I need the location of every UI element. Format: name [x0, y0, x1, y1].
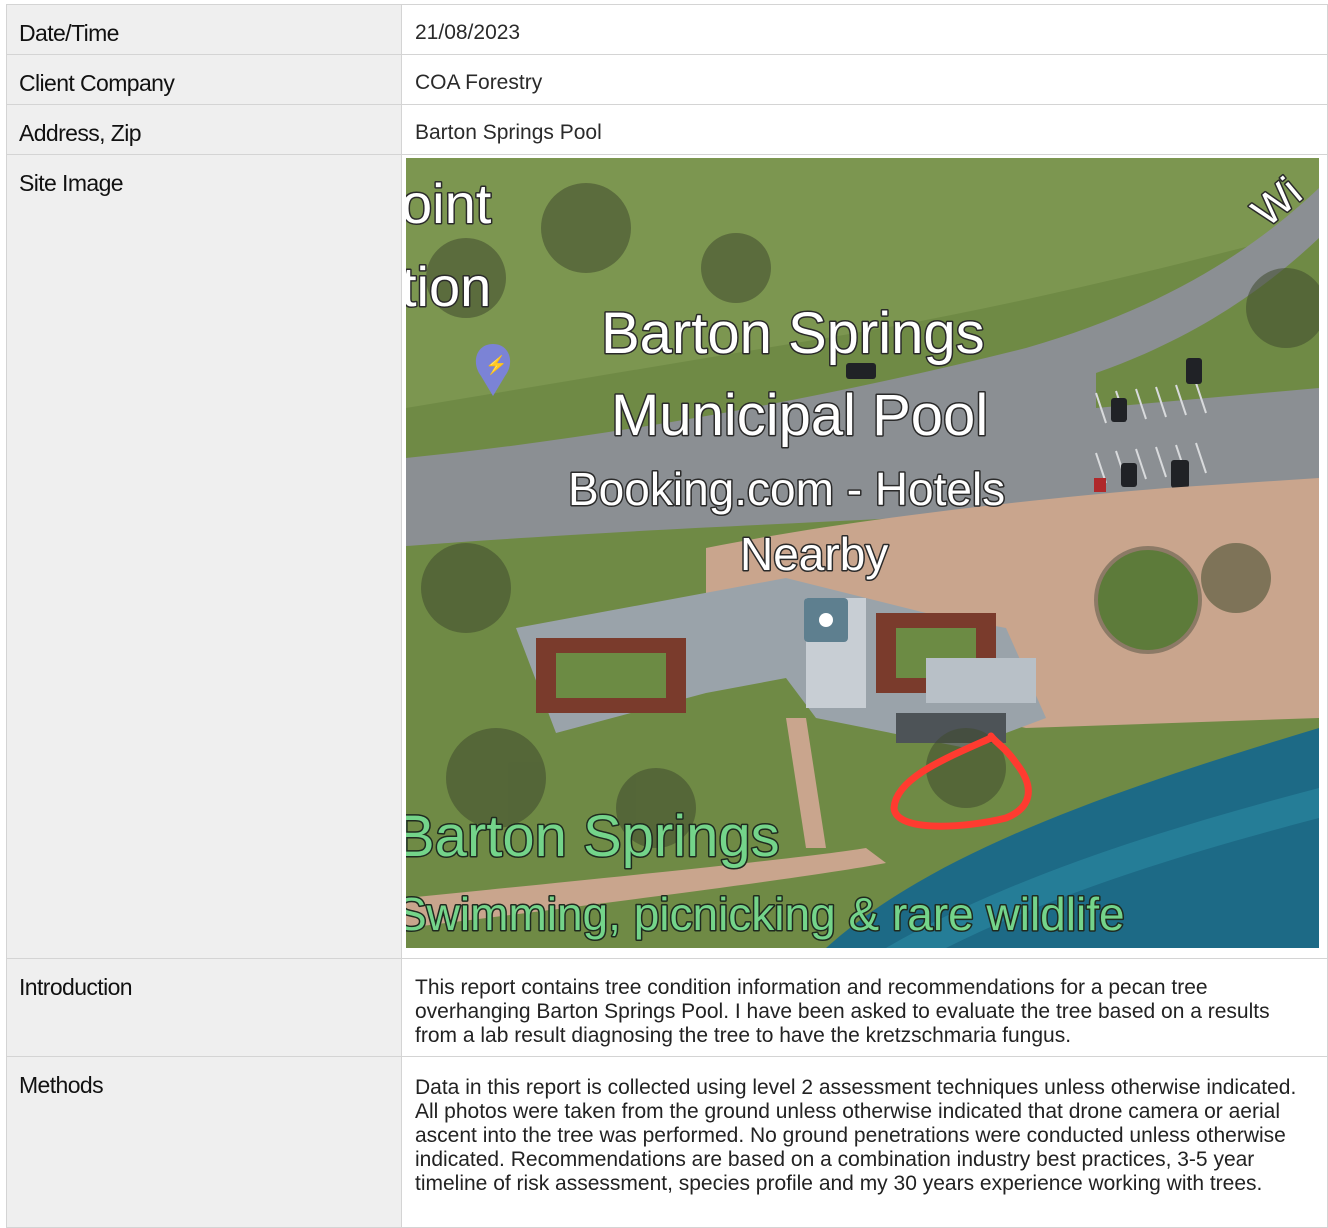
- map-label-booking-2: Nearby: [740, 528, 888, 580]
- row-site-image: Site Image ⚡ oint tion Wi Barton Springs…: [6, 154, 1328, 959]
- methods-label: Methods: [19, 1072, 104, 1098]
- date-time-label: Date/Time: [19, 20, 119, 46]
- site-image-wrapper: ⚡ oint tion Wi Barton Springs Municipal …: [402, 155, 1327, 958]
- row-date-time: Date/Time 21/08/2023: [6, 4, 1328, 55]
- label-cell: Introduction: [6, 958, 402, 1057]
- value-cell: Barton Springs Pool: [401, 104, 1328, 155]
- map-label-pool-2: Municipal Pool: [611, 383, 988, 448]
- introduction-label: Introduction: [19, 974, 133, 1000]
- introduction-text: This report contains tree condition info…: [415, 976, 1270, 1047]
- address-zip-value: Barton Springs Pool: [415, 121, 602, 144]
- row-address-zip: Address, Zip Barton Springs Pool: [6, 104, 1328, 155]
- map-label-fragment-2: tion: [406, 255, 491, 318]
- place-marker-icon: [804, 598, 848, 642]
- row-methods: Methods Data in this report is collected…: [6, 1056, 1328, 1228]
- row-introduction: Introduction This report contains tree c…: [6, 958, 1328, 1057]
- client-company-label: Client Company: [19, 70, 175, 96]
- date-time-value: 21/08/2023: [415, 21, 521, 44]
- label-cell: Date/Time: [6, 4, 402, 55]
- methods-text: Data in this report is collected using l…: [415, 1076, 1297, 1195]
- site-image: ⚡ oint tion Wi Barton Springs Municipal …: [406, 158, 1319, 948]
- red-car: [1094, 478, 1106, 492]
- svg-text:⚡: ⚡: [485, 354, 507, 376]
- address-zip-label: Address, Zip: [19, 120, 142, 146]
- map-label-booking-1: Booking.com - Hotels: [568, 463, 1005, 515]
- report-table: Date/Time 21/08/2023 Client Company COA …: [6, 4, 1328, 1228]
- map-label-park-name: Barton Springs: [406, 804, 780, 869]
- label-cell: Address, Zip: [6, 104, 402, 155]
- courtyard-west-garden: [556, 653, 666, 698]
- label-cell: Methods: [6, 1056, 402, 1228]
- label-cell: Client Company: [6, 54, 402, 105]
- value-cell: This report contains tree condition info…: [401, 958, 1328, 1057]
- map-label-fragment-1: oint: [406, 172, 492, 235]
- client-company-value: COA Forestry: [415, 71, 543, 94]
- value-cell: 21/08/2023: [401, 4, 1328, 55]
- map-label-pool-1: Barton Springs: [601, 301, 985, 366]
- row-client-company: Client Company COA Forestry: [6, 54, 1328, 105]
- map-label-park-desc: Swimming, picnicking & rare wildlife: [406, 888, 1125, 940]
- value-cell: ⚡ oint tion Wi Barton Springs Municipal …: [401, 154, 1328, 959]
- value-cell: Data in this report is collected using l…: [401, 1056, 1328, 1228]
- circle-planter: [1094, 546, 1202, 654]
- label-cell: Site Image: [6, 154, 402, 959]
- site-image-label: Site Image: [19, 170, 124, 196]
- value-cell: COA Forestry: [401, 54, 1328, 105]
- roof-section-east: [926, 658, 1036, 703]
